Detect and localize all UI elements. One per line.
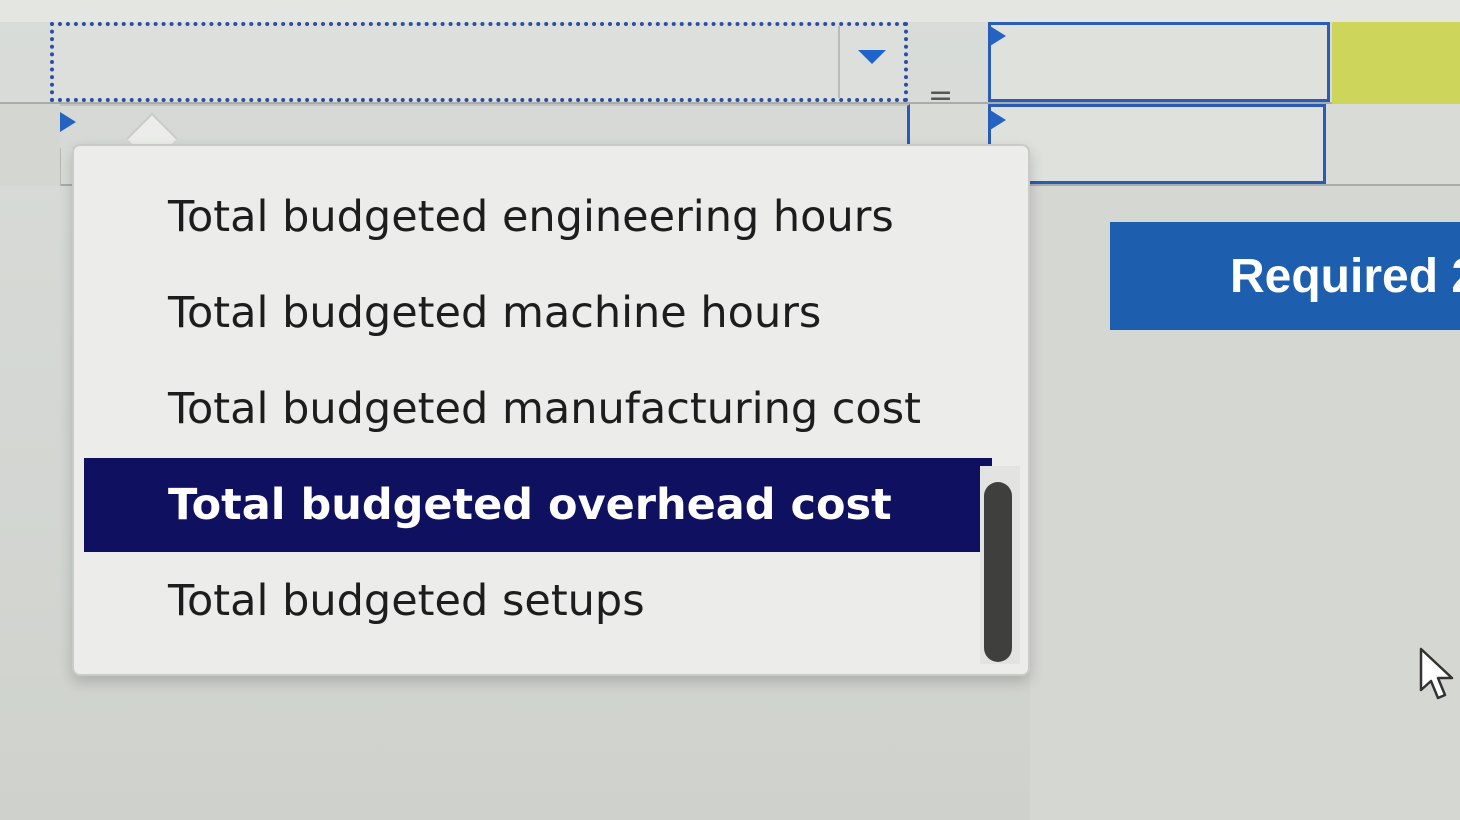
cell-flag-icon: [60, 112, 76, 132]
dropdown-option[interactable]: Total budgeted machine hours: [84, 266, 992, 360]
cell-flag-icon: [990, 110, 1006, 130]
required-2-button[interactable]: Required 2: [1110, 222, 1460, 330]
dropdown-option-selected[interactable]: Total budgeted overhead cost: [84, 458, 992, 552]
dropdown-listbox: Total budgeted engineering hours Total b…: [72, 144, 1030, 676]
denominator-select[interactable]: [60, 104, 910, 148]
option-label: Total budgeted setups: [168, 576, 645, 626]
select-toggle[interactable]: [838, 26, 904, 98]
numerator-select[interactable]: [50, 22, 908, 102]
dropdown-option[interactable]: Total budgeted manufacturing cost: [84, 362, 992, 456]
mouse-cursor-icon: [1419, 647, 1454, 700]
dropdown-option[interactable]: Total budgeted engineering hours: [84, 170, 992, 264]
scrollbar-thumb[interactable]: [984, 482, 1012, 662]
answer-input-2[interactable]: [988, 104, 1326, 184]
option-label: Total budgeted overhead cost: [168, 480, 892, 530]
chevron-down-icon: [858, 50, 886, 64]
option-label: Total budgeted engineering hours: [168, 192, 894, 242]
dropdown-option[interactable]: Total budgeted setups: [84, 554, 992, 648]
option-label: Total budgeted manufacturing cost: [168, 384, 922, 434]
top-strip: [0, 0, 1460, 22]
row-label-cell: [0, 104, 61, 186]
cell-flag-icon: [990, 26, 1006, 46]
equals-sign: =: [928, 78, 954, 113]
highlight-cell: [1332, 22, 1460, 104]
answer-input-1[interactable]: [988, 22, 1330, 102]
option-label: Total budgeted machine hours: [168, 288, 822, 338]
